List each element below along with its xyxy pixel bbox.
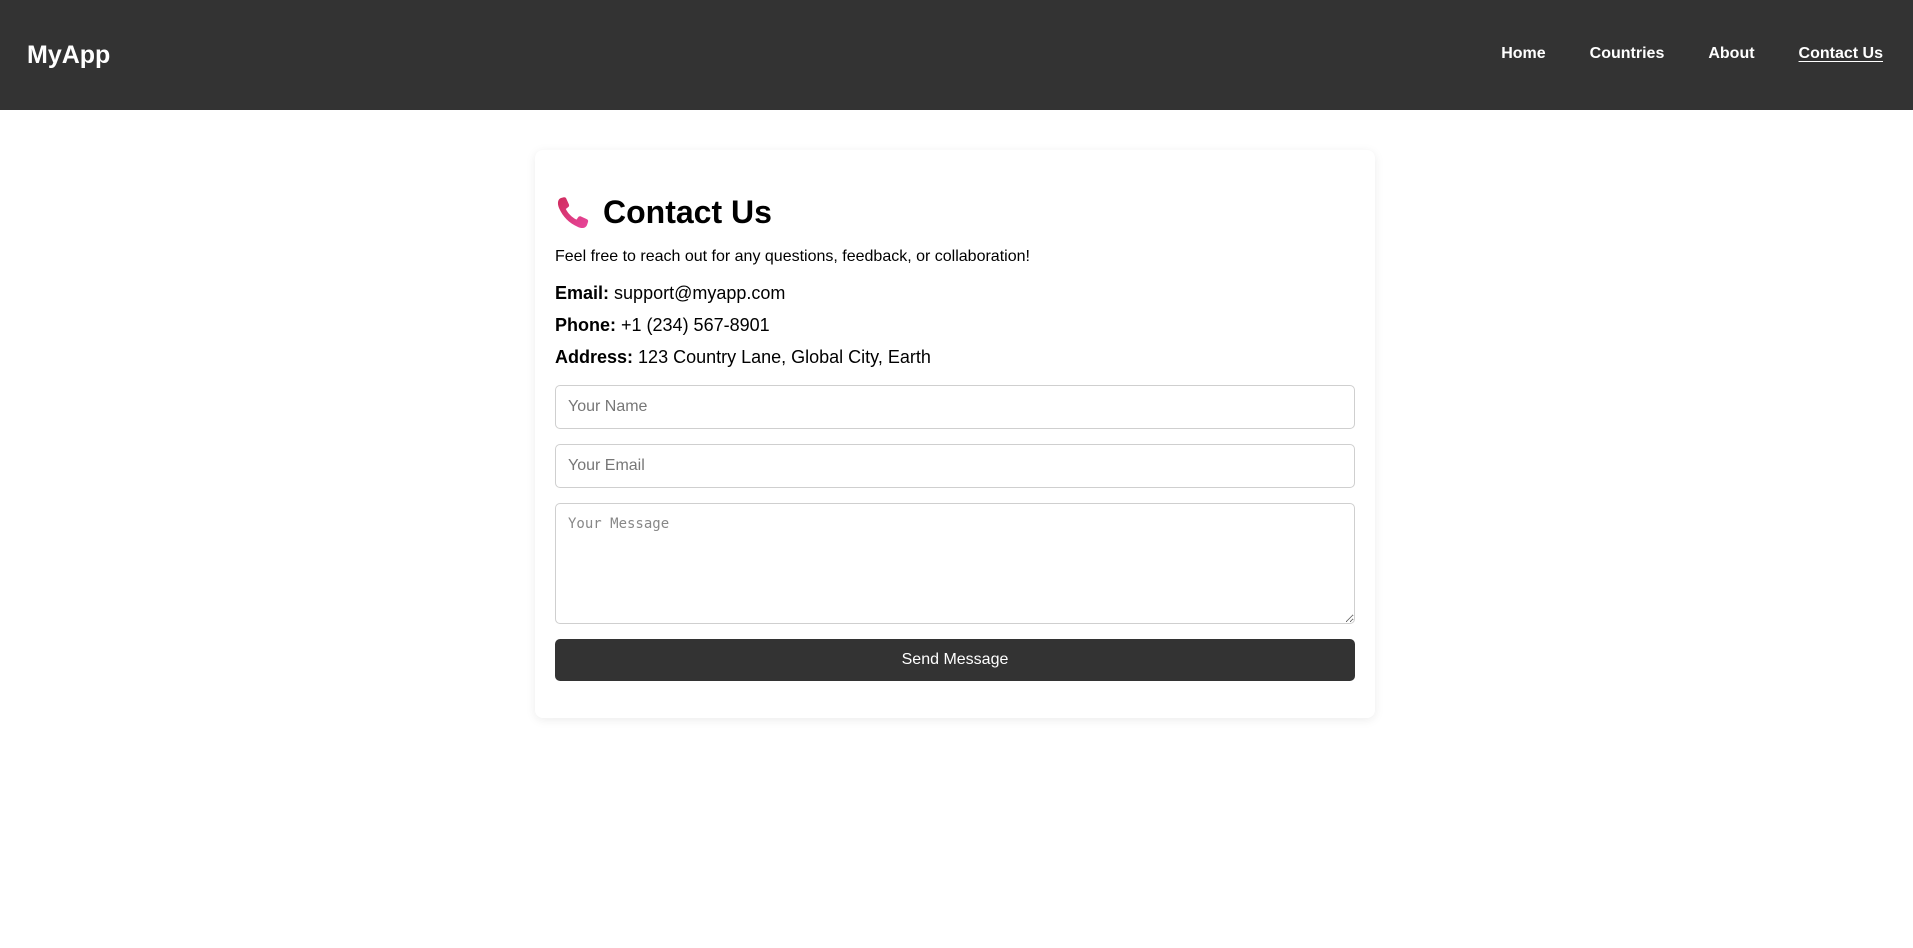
send-message-button[interactable]: Send Message [555,639,1355,681]
email-info: Email: support@myapp.com [555,281,1355,305]
page-title: Contact Us [603,194,772,230]
contact-form: Send Message [555,385,1355,681]
address-info: Address: 123 Country Lane, Global City, … [555,345,1355,369]
email-input[interactable] [555,444,1355,488]
email-label: Email: [555,283,610,303]
message-textarea[interactable] [555,503,1355,624]
nav-link-about[interactable]: About [1708,43,1754,65]
page-title-row: Contact Us [555,190,1355,234]
contact-card: Contact Us Feel free to reach out for an… [535,150,1375,718]
address-value: 123 Country Lane, Global City, Earth [638,347,931,367]
nav-link-contact-us[interactable]: Contact Us [1799,43,1883,65]
nav-link-home[interactable]: Home [1501,43,1545,65]
nav-link-countries[interactable]: Countries [1590,43,1665,65]
name-input[interactable] [555,385,1355,429]
phone-label: Phone: [555,315,616,335]
top-navbar: MyApp Home Countries About Contact Us [0,0,1913,110]
brand-logo[interactable]: MyApp [27,40,110,70]
main-nav: Home Countries About Contact Us [1501,43,1883,65]
telephone-receiver-icon [557,197,589,229]
phone-info: Phone: +1 (234) 567-8901 [555,313,1355,337]
intro-text: Feel free to reach out for any questions… [555,248,1030,265]
phone-value: +1 (234) 567-8901 [621,315,770,335]
address-label: Address: [555,347,634,367]
email-value: support@myapp.com [614,283,786,303]
